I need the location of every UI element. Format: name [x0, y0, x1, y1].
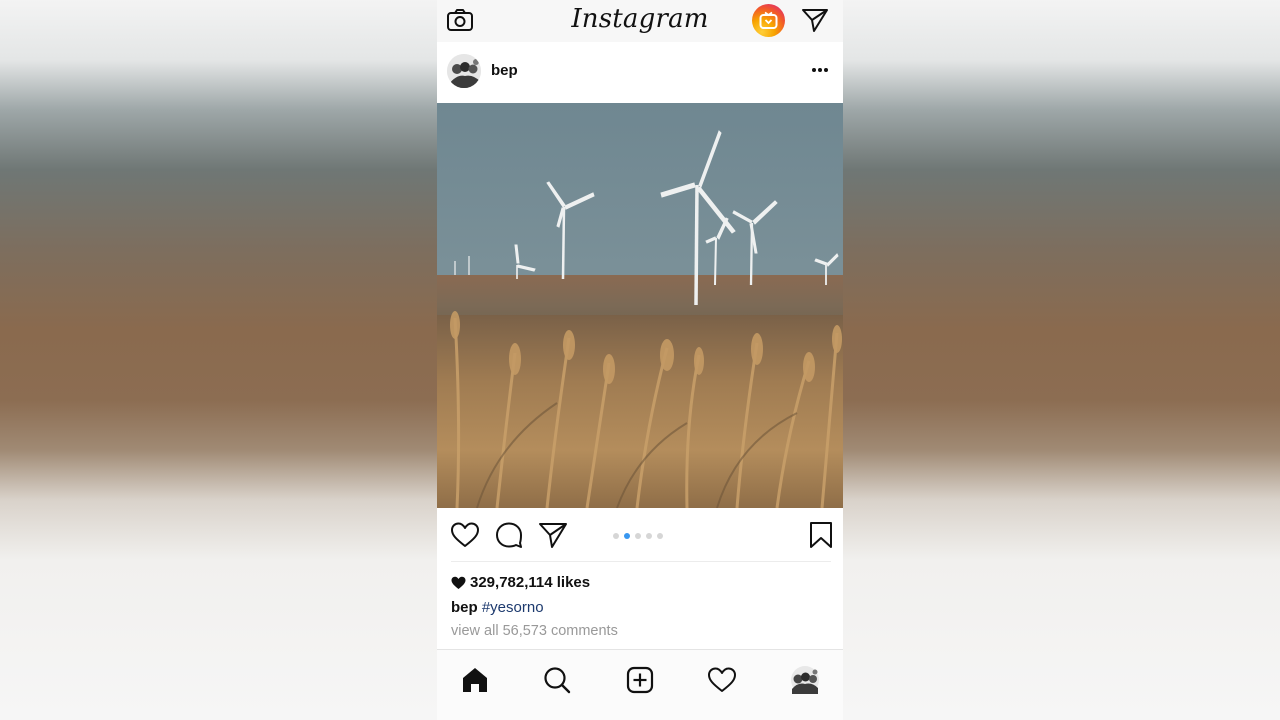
- igtv-icon[interactable]: [752, 4, 785, 37]
- carousel-dot-active: [624, 533, 630, 539]
- post-author-avatar[interactable]: [447, 54, 481, 88]
- view-comments-link[interactable]: view all 56,573 comments: [451, 623, 618, 639]
- direct-message-icon[interactable]: [801, 7, 829, 33]
- carousel-dot: [657, 533, 663, 539]
- post-caption: bep #yesorno: [451, 599, 544, 616]
- post-header: bep: [437, 42, 843, 103]
- profile-avatar[interactable]: [790, 665, 820, 695]
- wind-farm-photo: [437, 103, 843, 508]
- activity-heart-icon[interactable]: [707, 665, 737, 695]
- comment-icon[interactable]: [494, 521, 524, 549]
- bookmark-icon[interactable]: [806, 521, 836, 549]
- search-icon[interactable]: [542, 665, 572, 695]
- carousel-indicator: [613, 533, 663, 539]
- post-action-bar: [437, 508, 843, 562]
- likes-text: 329,782,114 likes: [470, 574, 591, 591]
- heart-icon[interactable]: [450, 521, 480, 549]
- likes-count[interactable]: 329,782,114 likes: [451, 574, 590, 591]
- bottom-nav: [437, 649, 843, 720]
- top-bar: Instagram: [437, 0, 843, 42]
- carousel-dot: [613, 533, 619, 539]
- add-post-icon[interactable]: [625, 665, 655, 695]
- post-username[interactable]: bep: [491, 62, 518, 79]
- small-heart-icon: [451, 576, 466, 589]
- caption-hashtag[interactable]: #yesorno: [482, 599, 544, 616]
- carousel-dot: [646, 533, 652, 539]
- more-options-icon[interactable]: [809, 58, 831, 82]
- home-icon[interactable]: [460, 665, 490, 695]
- post-media-image[interactable]: [437, 103, 843, 508]
- action-divider: [451, 561, 831, 562]
- carousel-dot: [635, 533, 641, 539]
- caption-username[interactable]: bep: [451, 599, 478, 616]
- share-icon[interactable]: [538, 521, 568, 549]
- instagram-app: Instagram bep 329,782,114 likes bep #yes…: [437, 0, 843, 720]
